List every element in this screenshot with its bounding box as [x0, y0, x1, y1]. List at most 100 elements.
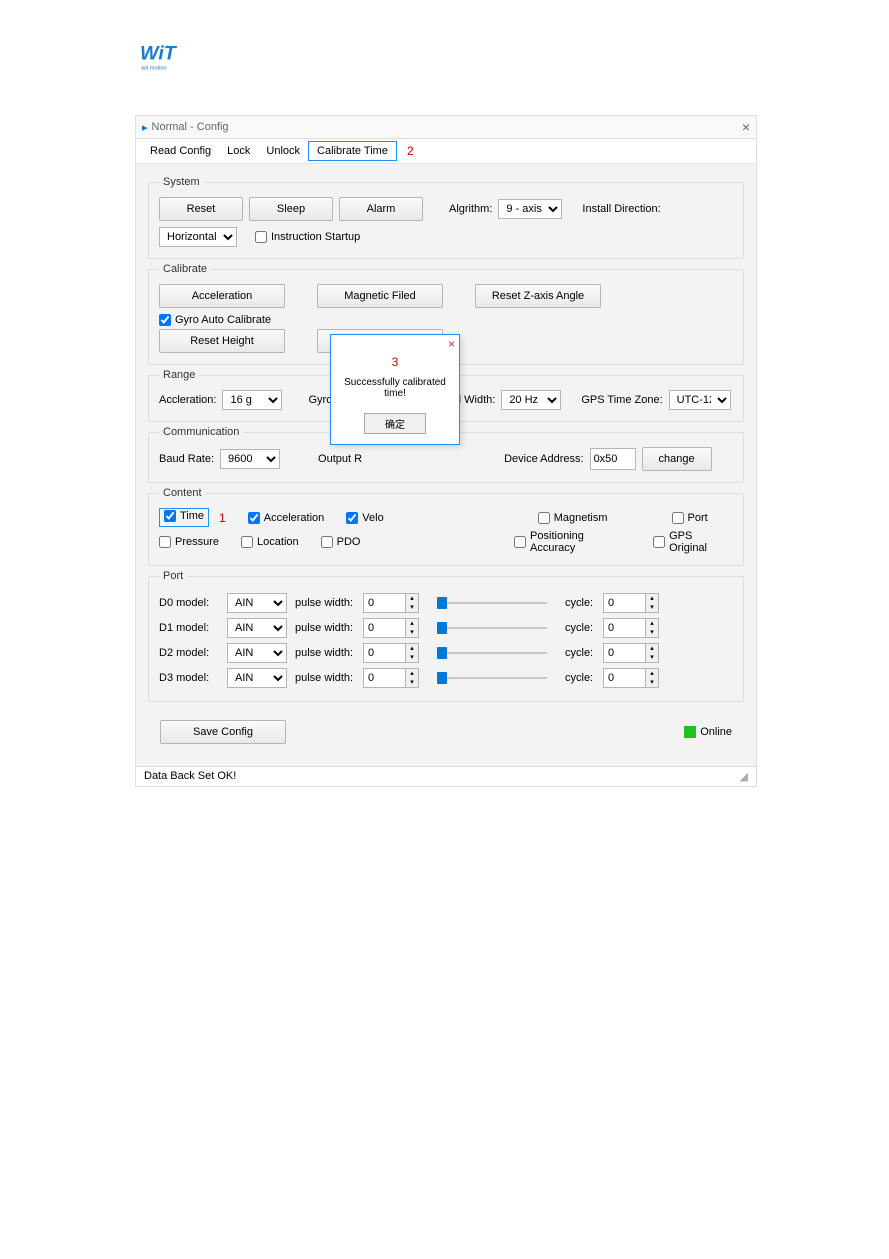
system-group: System Reset Sleep Alarm Algrithm: 9 - a… [148, 176, 744, 259]
magnetic-field-button[interactable]: Magnetic Filed [317, 284, 443, 308]
calibrate-legend: Calibrate [159, 263, 211, 275]
system-legend: System [159, 176, 204, 188]
time-checkbox[interactable]: Time [164, 510, 204, 522]
bandwidth-select[interactable]: 20 Hz [501, 390, 561, 410]
chevron-up-icon[interactable]: ▴ [646, 619, 658, 628]
alarm-button[interactable]: Alarm [339, 197, 423, 221]
d2-pulse-width-spinner[interactable]: ▴▾ [363, 643, 419, 663]
chevron-down-icon[interactable]: ▾ [646, 678, 658, 687]
reset-z-axis-button[interactable]: Reset Z-axis Angle [475, 284, 601, 308]
instruction-startup-checkbox[interactable]: Instruction Startup [255, 231, 360, 243]
chevron-down-icon[interactable]: ▾ [406, 603, 418, 612]
d0-slider[interactable] [437, 594, 547, 612]
acceleration-range-select[interactable]: 16 g [222, 390, 282, 410]
statusbar: Data Back Set OK! ◢ [136, 766, 756, 786]
chevron-down-icon[interactable]: ▾ [646, 603, 658, 612]
d3-pulse-width-spinner[interactable]: ▴▾ [363, 668, 419, 688]
d3-cycle-spinner[interactable]: ▴▾ [603, 668, 659, 688]
chevron-up-icon[interactable]: ▴ [406, 669, 418, 678]
chevron-down-icon[interactable]: ▾ [646, 653, 658, 662]
device-address-input[interactable] [590, 448, 636, 470]
d1-cycle-spinner[interactable]: ▴▾ [603, 618, 659, 638]
pressure-checkbox[interactable]: Pressure [159, 536, 219, 548]
d0-cycle-spinner[interactable]: ▴▾ [603, 593, 659, 613]
acceleration-button[interactable]: Acceleration [159, 284, 285, 308]
change-button[interactable]: change [642, 447, 712, 471]
acceleration-cb-label: Acceleration [264, 512, 325, 524]
chevron-up-icon[interactable]: ▴ [406, 619, 418, 628]
port-row-d3: D3 model: AIN pulse width: ▴▾ cycle: ▴▾ [159, 668, 733, 688]
chevron-up-icon[interactable]: ▴ [646, 669, 658, 678]
close-icon[interactable]: × [742, 119, 750, 135]
d2-cycle-spinner[interactable]: ▴▾ [603, 643, 659, 663]
chevron-down-icon[interactable]: ▾ [646, 628, 658, 637]
annotation-2: 2 [407, 144, 414, 158]
port-checkbox[interactable]: Port [672, 512, 708, 524]
chevron-up-icon[interactable]: ▴ [406, 644, 418, 653]
menu-read-config[interactable]: Read Config [142, 142, 219, 160]
port-row-d0: D0 model: AIN pulse width: ▴▾ cycle: ▴▾ [159, 593, 733, 613]
location-checkbox[interactable]: Location [241, 536, 299, 548]
reset-height-button[interactable]: Reset Height [159, 329, 285, 353]
d3-cycle-label: cycle: [565, 672, 595, 684]
positioning-accuracy-checkbox[interactable]: Positioning Accuracy [514, 530, 631, 554]
baud-rate-label: Baud Rate: [159, 453, 214, 465]
menu-unlock[interactable]: Unlock [258, 142, 308, 160]
range-legend: Range [159, 369, 199, 381]
d0-model-select[interactable]: AIN [227, 593, 287, 613]
port-row-d1: D1 model: AIN pulse width: ▴▾ cycle: ▴▾ [159, 618, 733, 638]
output-rate-label: Output R [318, 453, 362, 465]
chevron-down-icon[interactable]: ▾ [406, 678, 418, 687]
dialog-ok-button[interactable]: 确定 [364, 413, 426, 434]
annotation-3: 3 [337, 355, 453, 369]
chevron-up-icon[interactable]: ▴ [646, 594, 658, 603]
magnetism-checkbox[interactable]: Magnetism [538, 512, 608, 524]
sleep-button[interactable]: Sleep [249, 197, 333, 221]
gps-timezone-label: GPS Time Zone: [581, 394, 662, 406]
menu-lock[interactable]: Lock [219, 142, 258, 160]
pressure-cb-label: Pressure [175, 536, 219, 548]
d0-pw-label: pulse width: [295, 597, 355, 609]
install-direction-select[interactable]: Horizontal [159, 227, 237, 247]
svg-text:wit motion: wit motion [140, 65, 166, 71]
d3-slider[interactable] [437, 669, 547, 687]
d2-slider[interactable] [437, 644, 547, 662]
d3-model-select[interactable]: AIN [227, 668, 287, 688]
titlebar: ▸ Normal - Config × [136, 116, 756, 139]
d0-cycle-label: cycle: [565, 597, 595, 609]
chevron-down-icon[interactable]: ▾ [406, 653, 418, 662]
location-cb-label: Location [257, 536, 299, 548]
gps-original-checkbox[interactable]: GPS Original [653, 530, 733, 554]
pdop-cb-label: PDO [337, 536, 361, 548]
calibration-dialog: × 3 Successfully calibrated time! 确定 [330, 334, 460, 445]
d3-pw-label: pulse width: [295, 672, 355, 684]
chevron-up-icon[interactable]: ▴ [646, 644, 658, 653]
reset-button[interactable]: Reset [159, 197, 243, 221]
online-indicator-icon [684, 726, 696, 738]
pdop-checkbox[interactable]: PDO [321, 536, 361, 548]
device-address-label: Device Address: [504, 453, 583, 465]
resize-grip-icon[interactable]: ◢ [740, 770, 748, 783]
dialog-close-icon[interactable]: × [448, 337, 455, 351]
menubar: Read Config Lock Unlock Calibrate Time 2 [136, 139, 756, 164]
velocity-checkbox[interactable]: Velo [346, 512, 383, 524]
instruction-startup-label: Instruction Startup [271, 231, 360, 243]
d1-pulse-width-spinner[interactable]: ▴▾ [363, 618, 419, 638]
baud-rate-select[interactable]: 9600 [220, 449, 280, 469]
time-label: Time [180, 510, 204, 522]
d1-model-select[interactable]: AIN [227, 618, 287, 638]
d2-model-select[interactable]: AIN [227, 643, 287, 663]
chevron-down-icon[interactable]: ▾ [406, 628, 418, 637]
chevron-up-icon[interactable]: ▴ [406, 594, 418, 603]
gps-timezone-select[interactable]: UTC-12 [669, 390, 731, 410]
save-config-button[interactable]: Save Config [160, 720, 286, 744]
menu-calibrate-time[interactable]: Calibrate Time [308, 141, 397, 161]
algorithm-select[interactable]: 9 - axis [498, 199, 562, 219]
d2-pw-label: pulse width: [295, 647, 355, 659]
app-icon: ▸ [142, 121, 148, 134]
gyro-auto-calibrate-checkbox[interactable]: Gyro Auto Calibrate [159, 314, 271, 326]
d0-pulse-width-spinner[interactable]: ▴▾ [363, 593, 419, 613]
svg-text:WiT: WiT [140, 43, 178, 65]
acceleration-checkbox[interactable]: Acceleration [248, 512, 325, 524]
d1-slider[interactable] [437, 619, 547, 637]
